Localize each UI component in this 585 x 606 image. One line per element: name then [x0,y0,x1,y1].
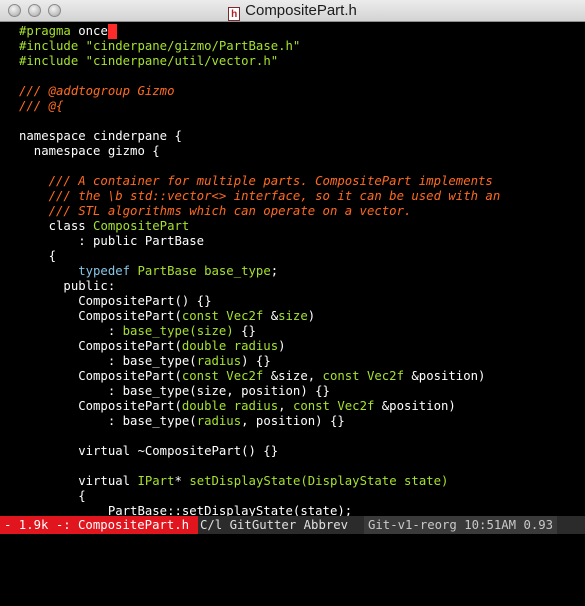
code-line: /// A container for multiple parts. Comp… [19,174,493,188]
code-line: typedef PartBase base_type; [19,264,279,278]
title-bar: h CompositePart.h [0,0,585,22]
buffer-status: - 1.9k -: CompositePart.h [0,516,198,534]
code-line: /// STL algorithms which can operate on … [19,204,412,218]
code-line: /// @addtogroup Gizmo [19,84,175,98]
code-line: #pragma once [19,24,117,39]
code-line: /// the \b std::vector<> interface, so i… [19,189,501,203]
code-line: { [19,489,86,503]
code-line: virtual ~CompositePart() {} [19,444,279,458]
mode-line: - 1.9k -: CompositePart.h C/l GitGutter … [0,516,585,534]
code-line: /// @{ [19,99,64,113]
code-line: #include "cinderpane/util/vector.h" [19,54,279,68]
code-editor[interactable]: #pragma once #include "cinderpane/gizmo/… [0,22,585,516]
code-line: CompositePart(double radius) [19,339,286,353]
code-line: : base_type(size, position) {} [19,384,330,398]
code-line: : base_type(radius, position) {} [19,414,345,428]
code-line: virtual IPart* setDisplayState(DisplaySt… [19,474,449,488]
header-file-icon: h [228,7,241,21]
code-line: #include "cinderpane/gizmo/PartBase.h" [19,39,301,53]
code-line: namespace cinderpane { [19,129,182,143]
code-line: CompositePart(double radius, const Vec2f… [19,399,456,413]
code-line: { [19,249,57,263]
window-title-text: CompositePart.h [245,2,357,19]
code-line: CompositePart(const Vec2f &size) [19,309,316,323]
code-line: : public PartBase [19,234,205,248]
major-minor-modes[interactable]: C/l GitGutter Abbrev [200,516,348,534]
code-line: CompositePart() {} [19,294,212,308]
code-line: class CompositePart [19,219,190,233]
editor-window: h CompositePart.h #pragma once #include "… [0,0,585,551]
code-line: PartBase::setDisplayState(state); [19,504,353,516]
code-line: : base_type(radius) {} [19,354,271,368]
code-line: : base_type(size) {} [19,324,256,338]
code-line: public: [19,279,116,293]
code-line: CompositePart(const Vec2f &size, const V… [19,369,486,383]
text-cursor [107,24,117,39]
git-branch-time-load: Git-v1-reorg 10:51AM 0.93 [364,516,558,534]
window-title: h CompositePart.h [0,2,585,21]
minibuffer[interactable] [0,534,585,551]
code-line: namespace gizmo { [19,144,160,158]
